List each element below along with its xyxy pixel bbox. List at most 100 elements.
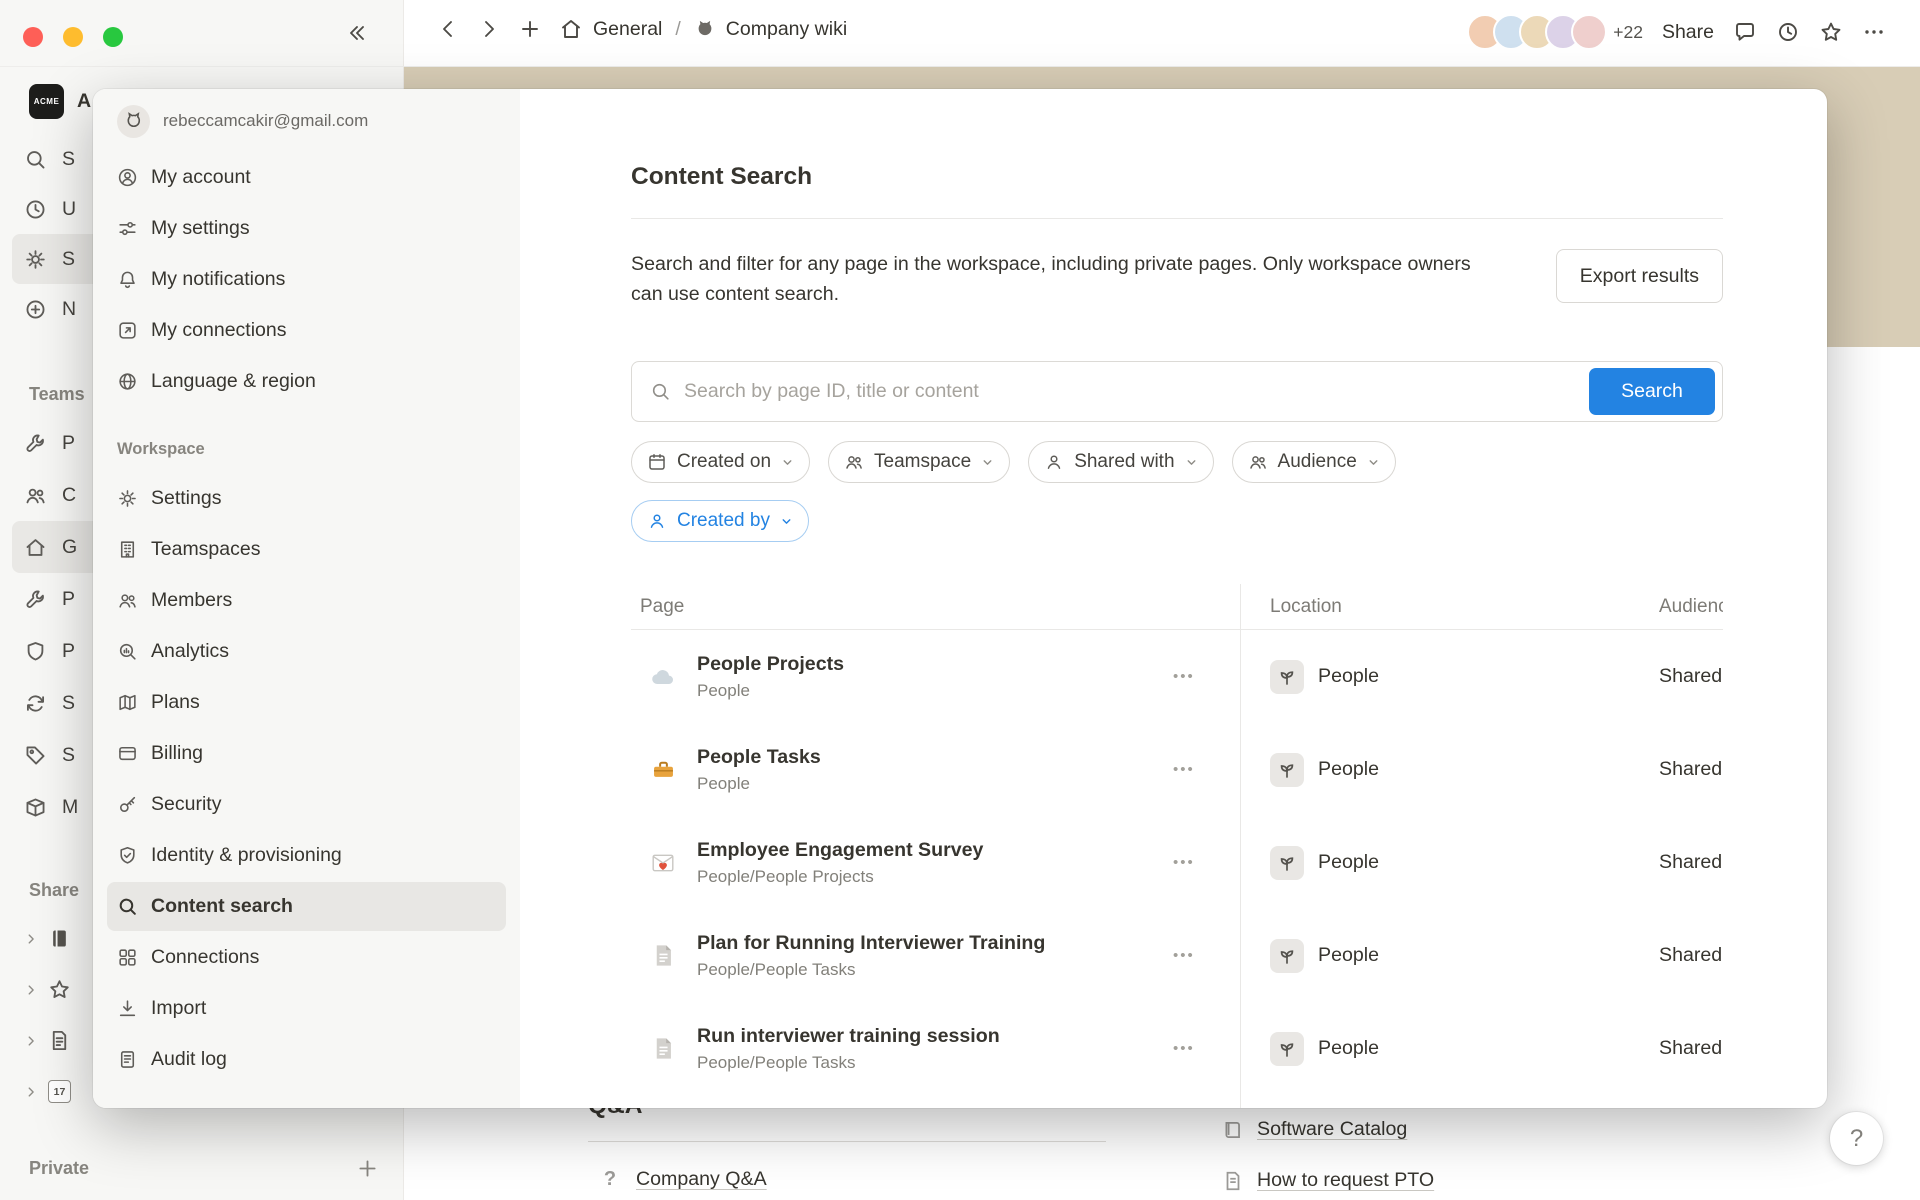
close-window-button[interactable] [23, 27, 43, 47]
page-title-link[interactable]: People Tasks [697, 746, 821, 769]
help-button[interactable]: ? [1830, 1112, 1883, 1165]
history-icon[interactable] [1776, 20, 1800, 44]
audience-label: Shared [1659, 851, 1723, 874]
chevron-down-icon [1367, 456, 1380, 469]
settings-nav-analytics[interactable]: Analytics [107, 627, 506, 676]
row-actions-button[interactable]: ••• [1173, 947, 1195, 964]
forward-button[interactable] [477, 17, 501, 41]
settings-nav-language-region[interactable]: Language & region [107, 357, 506, 406]
table-header: Page Location Audience [631, 584, 1723, 630]
description-text: Search and filter for any page in the wo… [631, 249, 1491, 309]
share-button[interactable]: Share [1662, 21, 1714, 44]
wiki-page-link[interactable]: ? Company Q&A [599, 1168, 767, 1191]
shield-icon [24, 640, 47, 663]
page-title-link[interactable]: Plan for Running Interviewer Training [697, 932, 1045, 955]
settings-nav: rebeccamcakir@gmail.com My account My se… [93, 89, 520, 1108]
row-actions-button[interactable]: ••• [1173, 761, 1195, 778]
chevron-right-icon [24, 1034, 38, 1048]
chevron-down-icon [1185, 456, 1198, 469]
search-icon [650, 381, 671, 402]
settings-nav-my-account[interactable]: My account [107, 153, 506, 202]
wiki-page-link[interactable]: How to request PTO [1222, 1169, 1434, 1192]
users-icon [24, 484, 47, 507]
table-row[interactable]: Plan for Running Interviewer Training Pe… [631, 909, 1723, 1002]
content-search-bar: Search [631, 361, 1723, 422]
clock-icon [24, 198, 47, 221]
location-label: People [1318, 851, 1379, 874]
favorite-star-icon[interactable] [1819, 20, 1843, 44]
audience-label: Shared [1659, 1037, 1723, 1060]
chevron-right-icon [24, 983, 38, 997]
search-button[interactable]: Search [1589, 368, 1715, 415]
wrench-icon [24, 432, 47, 455]
settings-nav-content-search[interactable]: Content search [107, 882, 506, 931]
table-row[interactable]: Employee Engagement Survey People/People… [631, 816, 1723, 909]
refresh-icon [24, 692, 47, 715]
wiki-page-link[interactable]: Software Catalog [1222, 1118, 1407, 1141]
chevron-right-icon [24, 932, 38, 946]
settings-nav-security[interactable]: Security [107, 780, 506, 829]
document-icon [1222, 1170, 1244, 1192]
settings-nav-members[interactable]: Members [107, 576, 506, 625]
column-divider [1240, 584, 1241, 1108]
settings-nav-plans[interactable]: Plans [107, 678, 506, 727]
filter-chip-created-by[interactable]: Created by [631, 500, 809, 542]
shield-check-icon [117, 845, 138, 866]
settings-nav-import[interactable]: Import [107, 984, 506, 1033]
search-input[interactable] [684, 380, 1576, 403]
question-mark-icon: ? [599, 1168, 621, 1191]
back-button[interactable] [436, 17, 460, 41]
filter-chip-teamspace[interactable]: Teamspace [828, 441, 1010, 483]
account-email: rebeccamcakir@gmail.com [163, 111, 368, 131]
viewer-avatars[interactable]: +22 [1467, 14, 1643, 50]
bell-icon [117, 269, 138, 290]
page-title-link[interactable]: People Projects [697, 653, 844, 676]
page-title-link[interactable]: Run interviewer training session [697, 1025, 1000, 1048]
users-icon [1248, 452, 1268, 472]
building-icon [117, 539, 138, 560]
chevron-right-icon [24, 1085, 38, 1099]
settings-nav-connections[interactable]: Connections [107, 933, 506, 982]
breadcrumb-section[interactable]: General [593, 18, 662, 41]
settings-nav-audit-log[interactable]: Audit log [107, 1035, 506, 1084]
page-title-link[interactable]: Employee Engagement Survey [697, 839, 983, 862]
table-row[interactable]: Run interviewer training session People/… [631, 1002, 1723, 1095]
table-row[interactable]: People Tasks People ••• People Shared [631, 723, 1723, 816]
comments-icon[interactable] [1733, 20, 1757, 44]
settings-nav-billing[interactable]: Billing [107, 729, 506, 778]
location-label: People [1318, 944, 1379, 967]
table-row[interactable]: People Projects People ••• People Shared [631, 630, 1723, 723]
settings-nav-my-notifications[interactable]: My notifications [107, 255, 506, 304]
credit-card-icon [117, 743, 138, 764]
page-path: People/People Projects [697, 867, 983, 887]
settings-nav-my-settings[interactable]: My settings [107, 204, 506, 253]
breadcrumb-page[interactable]: Company wiki [726, 18, 847, 41]
more-options-icon[interactable] [1862, 20, 1886, 44]
plus-icon[interactable] [356, 1157, 379, 1180]
filter-chip-shared-with[interactable]: Shared with [1028, 441, 1213, 483]
chevron-down-icon [780, 515, 793, 528]
row-actions-button[interactable]: ••• [1173, 668, 1195, 685]
location-label: People [1318, 758, 1379, 781]
download-icon [117, 998, 138, 1019]
map-icon [117, 692, 138, 713]
page-path: People/People Tasks [697, 1053, 1000, 1073]
settings-nav-identity-provisioning[interactable]: Identity & provisioning [107, 831, 506, 880]
export-results-button[interactable]: Export results [1556, 249, 1723, 303]
row-actions-button[interactable]: ••• [1173, 1040, 1195, 1057]
zoom-window-button[interactable] [103, 27, 123, 47]
sidebar-private-section[interactable]: Private [29, 1147, 379, 1189]
minimize-window-button[interactable] [63, 27, 83, 47]
tag-icon [24, 744, 47, 767]
collapse-sidebar-icon[interactable] [344, 21, 368, 45]
settings-nav-settings[interactable]: Settings [107, 474, 506, 523]
key-icon [117, 794, 138, 815]
settings-nav-my-connections[interactable]: My connections [107, 306, 506, 355]
row-actions-button[interactable]: ••• [1173, 854, 1195, 871]
settings-nav-teamspaces[interactable]: Teamspaces [107, 525, 506, 574]
new-tab-button[interactable] [518, 17, 542, 41]
results-table: Page Location Audience People Projects P… [631, 584, 1723, 1108]
filter-chip-audience[interactable]: Audience [1232, 441, 1396, 483]
account-row: rebeccamcakir@gmail.com [107, 103, 506, 139]
filter-chip-created-on[interactable]: Created on [631, 441, 810, 483]
